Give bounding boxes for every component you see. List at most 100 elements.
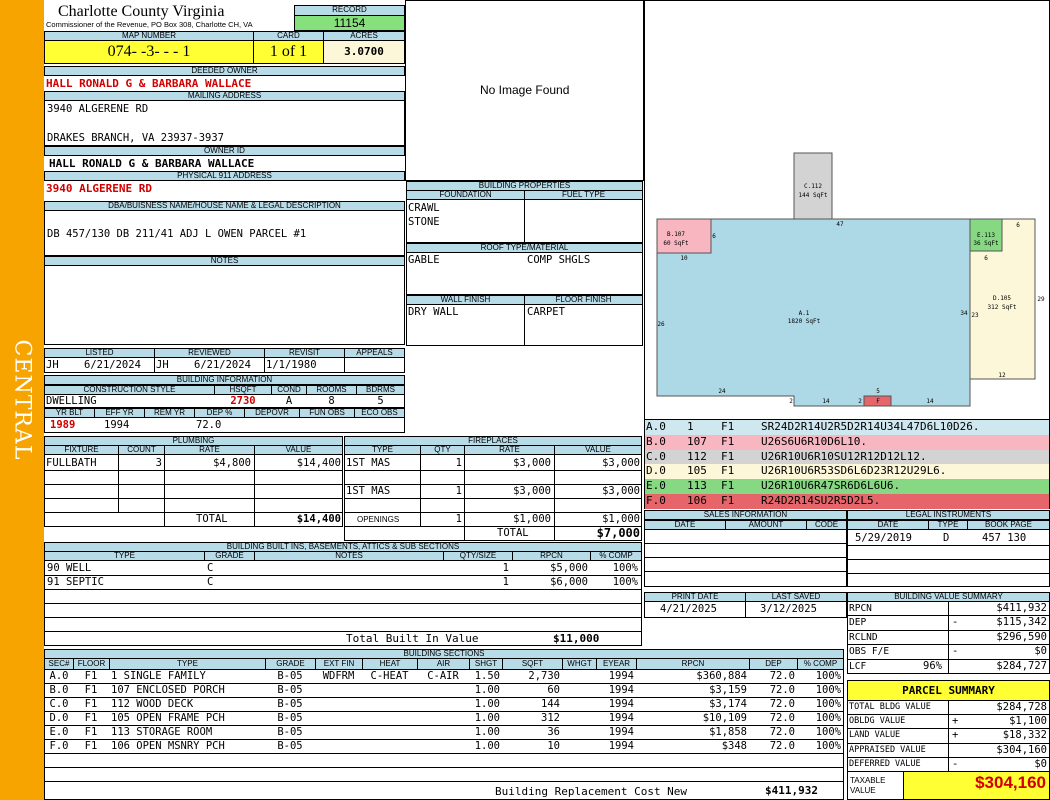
- sketch-dim-47: 47: [836, 221, 844, 228]
- parcel-row: TOTAL BLDG VALUE $284,728: [848, 701, 1049, 716]
- parcel-label: OBLDG VALUE: [849, 716, 906, 727]
- reviewed-date: 6/21/2024: [194, 359, 251, 371]
- section-cell: C-HEAT: [370, 670, 409, 682]
- bvs-value: $296,590: [996, 630, 1047, 643]
- listed-by: JH: [46, 359, 59, 371]
- section-cell: 100%: [815, 712, 841, 724]
- section-cell: 2,730: [528, 670, 560, 682]
- section-cell: $348: [721, 740, 747, 752]
- district-side-strip: CENTRAL: [0, 0, 44, 800]
- reviewed-by: JH: [156, 359, 169, 371]
- plumbing-h-fixture: FIXTURE: [44, 445, 119, 455]
- sketch-dim-26: 26: [657, 321, 665, 328]
- sketch-code-code: U26R10U6R53SD6L6D23R12U29L6.: [761, 464, 947, 478]
- section-cell: A.0: [49, 670, 69, 682]
- sketch-dim-10: 10: [680, 255, 688, 262]
- print-date: 4/21/2025: [660, 603, 717, 615]
- sketch-code-fl: F1: [721, 434, 735, 448]
- sketch-label-c112: C.112: [804, 183, 822, 190]
- foundation-2: STONE: [408, 216, 440, 228]
- sketch-sqft-a1: 1820 SqFt: [788, 318, 821, 325]
- builtin-2-rpcn: $6,000: [550, 576, 588, 588]
- section-cell: $3,174: [709, 698, 747, 710]
- sketch-code-row: F.0 106 F1 R24D2R14SU2R5D2L5.: [645, 494, 1049, 509]
- owner-id-label: OWNER ID: [44, 146, 405, 156]
- section-cell: 1.00: [474, 698, 500, 710]
- plumbing-total-label: TOTAL: [196, 513, 228, 525]
- section-cell: $360,884: [696, 670, 747, 682]
- sketch-code-list: A.0 1 F1 SR24D2R14U2R5D2R14U34L47D6L10D26. B…: [644, 419, 1050, 509]
- sketch-label-b107: B.107: [667, 231, 685, 238]
- sketch-code-row: D.0 105 F1 U26R10U6R53SD6L6D23R12U29L6.: [645, 464, 1049, 480]
- sections-header-cell: RPCN: [636, 659, 749, 669]
- section-cell: C.0: [49, 698, 69, 710]
- sketch-dim-34: 34: [960, 310, 968, 317]
- section-cell: 1.00: [474, 712, 500, 724]
- parcel-row: DEFERRED VALUE - $0: [848, 757, 1049, 772]
- fireplace-1-rate: $3,000: [513, 457, 551, 469]
- sketch-code-num: 1: [687, 420, 694, 433]
- parcel-label: TOTAL BLDG VALUE: [849, 702, 931, 712]
- parcel-row: APPRAISED VALUE $304,160: [848, 743, 1049, 758]
- builtin-2-qty: 1: [502, 576, 509, 588]
- section-cell: 1 SINGLE FAMILY: [111, 670, 206, 682]
- plumbing-value: $14,400: [296, 457, 341, 469]
- bvs-sign: -: [952, 616, 959, 629]
- openings-qty: 1: [455, 513, 462, 525]
- sections-header-cell: WHGT: [562, 659, 596, 669]
- sketch-code-sec: F.0: [646, 494, 666, 507]
- section-cell: F1: [84, 684, 98, 696]
- legal-type: D: [943, 532, 950, 544]
- sections-header-cell: AIR: [417, 659, 469, 669]
- builtin-1-comp: 100%: [612, 562, 638, 574]
- sales-label: SALES INFORMATION: [644, 510, 847, 520]
- floor-finish: CARPET: [527, 306, 565, 318]
- sketch-code-code: SR24D2R14U2R5D2R14U34L47D6L10D26.: [761, 420, 980, 433]
- section-row: A.0 F1 1 SINGLE FAMILY B-05 WDFRM C-HEAT C-AIR…: [45, 670, 843, 684]
- section-cell: 72.0: [769, 670, 795, 682]
- sections-header-cell: GRADE: [265, 659, 315, 669]
- fireplace-h-value: VALUE: [554, 445, 642, 455]
- parcel-value: $1,100: [1009, 715, 1047, 728]
- listed-date: 6/21/2024: [84, 359, 141, 371]
- sketch-label-d105: D.105: [993, 295, 1011, 302]
- sketch-code-row: E.0 113 F1 U26R10U6R47SR6D6L6U6.: [645, 479, 1049, 494]
- yrblt: 1989: [50, 419, 76, 431]
- sections-table: SEC# FLOOR TYPE GRADE EXT FIN HEAT AIR SHGT SQFT…: [44, 658, 844, 800]
- wall-finish: DRY WALL: [408, 306, 459, 318]
- builtin-1-grade: C: [207, 562, 214, 574]
- parcel-value: $18,332: [1002, 729, 1047, 742]
- physical-address-label: PHYSICAL 911 ADDRESS: [44, 171, 405, 181]
- fireplace-2-rate: $3,000: [513, 485, 551, 497]
- parcel-label: LAND VALUE: [849, 730, 901, 741]
- parcel-value: $284,728: [996, 701, 1047, 713]
- fireplace-2-type: 1ST MAS: [346, 485, 391, 497]
- parcel-summary-title: PARCEL SUMMARY: [847, 680, 1050, 701]
- section-cell: 1.00: [474, 726, 500, 738]
- plumbing-rate: $4,800: [213, 457, 251, 469]
- sketch-dim-2a: 2: [789, 398, 793, 405]
- section-cell: C-AIR: [427, 670, 459, 682]
- bvs-value: $411,932: [996, 602, 1047, 614]
- plumbing-h-value: VALUE: [254, 445, 343, 455]
- bvs-label: DEP: [849, 617, 867, 629]
- plumbing-h-rate: RATE: [164, 445, 255, 455]
- no-image-text: No Image Found: [480, 83, 570, 97]
- section-cell: B-05: [277, 684, 303, 696]
- bvs-row: OBS F/E - $0: [848, 645, 1049, 660]
- deeded-owner-label: DEEDED OWNER: [44, 66, 405, 76]
- section-cell: 100%: [815, 698, 841, 710]
- openings-rate: $1,000: [513, 513, 551, 525]
- bvs-sign: -: [952, 645, 959, 658]
- sketch-code-row: B.0 107 F1 U26S6U6R10D6L10.: [645, 434, 1049, 450]
- sketch-code-row: A.0 1 F1 SR24D2R14U2R5D2R14U34L47D6L10D26.: [645, 420, 1049, 435]
- bvs-table: RPCN $411,932 DEP - $115,342 RCLND $296,590 OBS…: [847, 601, 1050, 674]
- bvs-value: $115,342: [996, 616, 1047, 629]
- sketch-dim-12: 12: [998, 372, 1006, 379]
- fireplace-1-value: $3,000: [602, 457, 640, 469]
- building-info-label: BUILDING INFORMATION: [44, 375, 405, 385]
- builtin-1-rpcn: $5,000: [550, 562, 588, 574]
- section-cell: $1,858: [709, 726, 747, 738]
- sections-header-cell: FLOOR: [73, 659, 109, 669]
- sketch-dim-14b: 14: [926, 398, 934, 405]
